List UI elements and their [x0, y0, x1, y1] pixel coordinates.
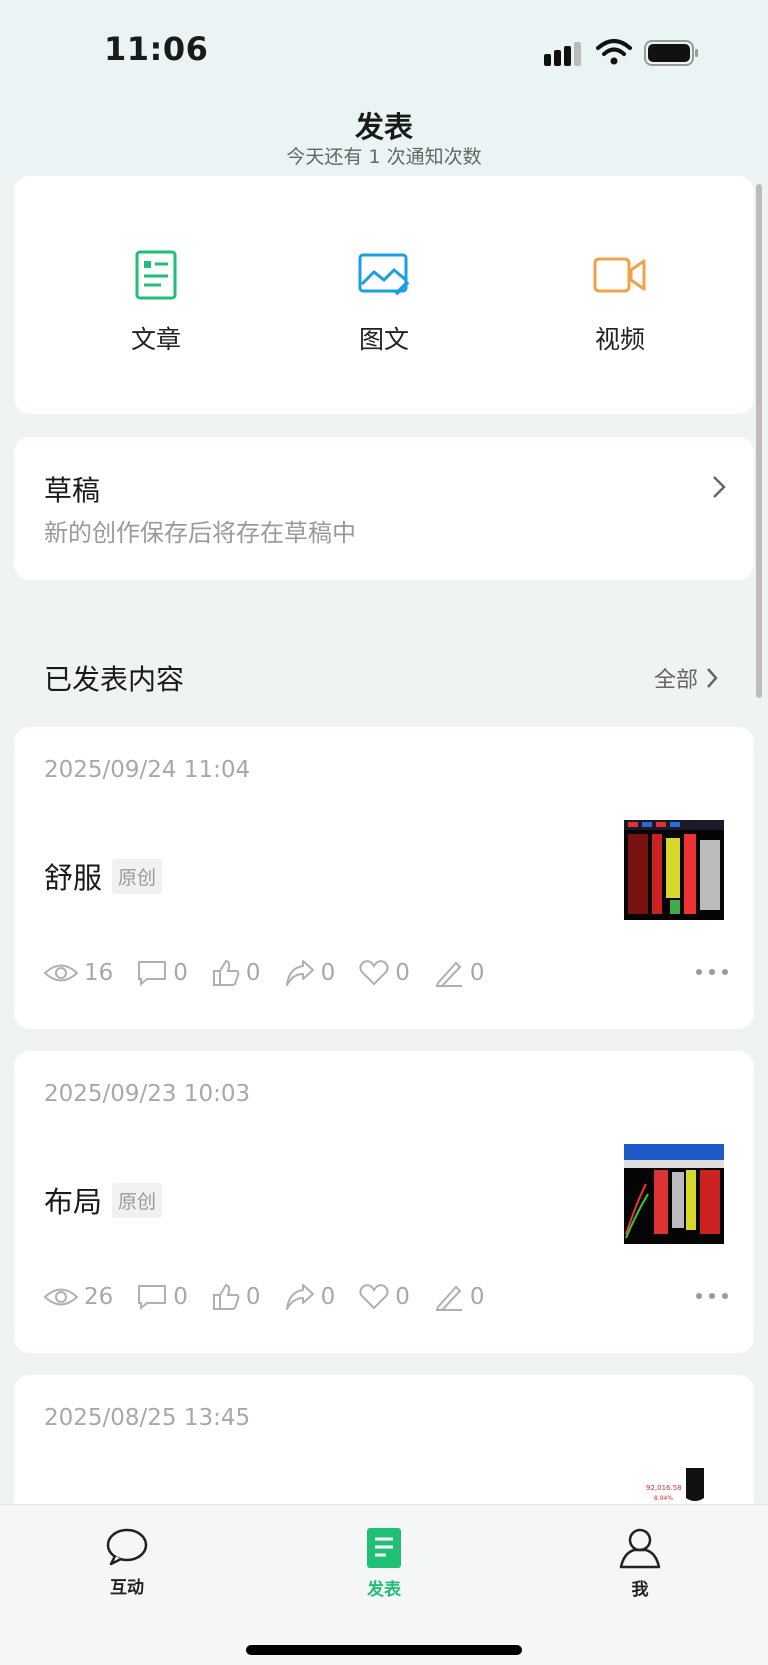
more-options-icon[interactable] — [694, 1291, 734, 1301]
page-subtitle: 今天还有 1 次通知次数 — [286, 146, 482, 168]
image-text-icon — [358, 253, 410, 296]
drafts-card[interactable]: 草稿 新的创作保存后将存在草稿中 — [14, 437, 754, 580]
notes-count: 0 — [469, 960, 485, 986]
favorites-stat: 0 — [359, 960, 410, 986]
drafts-subtitle: 新的创作保存后将存在草稿中 — [44, 519, 356, 547]
post-card[interactable]: 2025/09/24 11:04 舒服 原创 16 0 0 0 0 0 — [14, 727, 754, 1029]
bottom-tab-bar: 互动 发表 我 — [0, 1504, 768, 1665]
post-card[interactable]: 2025/09/23 10:03 布局 原创 26 0 0 0 0 0 — [14, 1051, 754, 1353]
page-title: 发表 — [354, 110, 413, 144]
notes-stat: 0 — [434, 1283, 485, 1311]
pen-icon — [435, 961, 462, 987]
comments-stat: 0 — [137, 1284, 188, 1310]
pen-icon — [435, 1285, 462, 1311]
document-icon — [367, 1528, 401, 1568]
publish-article-label: 文章 — [130, 325, 181, 354]
tab-publish[interactable]: 发表 — [324, 1527, 444, 1600]
tab-publish-label: 发表 — [367, 1580, 401, 1600]
publish-video-label: 视频 — [594, 325, 645, 354]
favorites-stat: 0 — [359, 1284, 410, 1310]
thumbs-up-icon — [212, 959, 240, 986]
article-icon — [135, 250, 177, 300]
stock-chart-thumbnail — [624, 820, 724, 920]
views-stat: 26 — [44, 1284, 113, 1310]
drafts-title: 草稿 — [44, 474, 101, 507]
heart-icon — [359, 1284, 389, 1310]
person-icon — [619, 1528, 661, 1569]
favorites-count: 0 — [395, 1284, 410, 1310]
comments-count: 0 — [173, 960, 188, 986]
eye-icon — [44, 964, 78, 982]
thumb-value-2: 8.94% — [654, 1495, 673, 1502]
publish-image-text-label: 图文 — [358, 325, 409, 354]
comment-icon — [138, 1285, 167, 1310]
publish-options-card: 文章 图文 视频 — [14, 176, 754, 414]
likes-stat: 0 — [212, 1283, 261, 1311]
views-count: 16 — [84, 960, 114, 986]
post-thumbnail[interactable] — [624, 820, 724, 920]
likes-count: 0 — [245, 1284, 261, 1310]
shares-stat: 0 — [285, 959, 336, 987]
post-stats: 26 0 0 0 0 0 — [44, 1283, 508, 1311]
post-thumbnail[interactable] — [624, 1144, 724, 1244]
published-section-title: 已发表内容 — [44, 663, 185, 696]
original-tag: 原创 — [112, 1182, 163, 1218]
cellular-signal-icon — [544, 42, 581, 66]
video-icon — [593, 257, 646, 293]
chevron-right-icon — [713, 476, 726, 498]
post-date: 2025/08/25 13:45 — [44, 1405, 251, 1431]
chevron-right-icon — [707, 668, 718, 688]
shares-count: 0 — [320, 1284, 336, 1310]
eye-icon — [44, 1288, 78, 1306]
post-title: 布局 — [44, 1185, 103, 1219]
comments-count: 0 — [173, 1284, 188, 1310]
tab-me-label: 我 — [631, 1580, 649, 1600]
post-date: 2025/09/24 11:04 — [44, 757, 251, 783]
thumb-value-1: 92,016.58 — [646, 1484, 682, 1492]
notes-stat: 0 — [434, 959, 485, 987]
likes-stat: 0 — [212, 959, 261, 987]
post-title-row: 布局 原创 — [44, 1179, 163, 1221]
battery-icon — [644, 40, 698, 66]
chat-bubble-icon — [106, 1528, 148, 1566]
home-indicator — [246, 1645, 522, 1655]
tab-interact[interactable]: 互动 — [67, 1527, 187, 1598]
original-tag: 原创 — [112, 858, 163, 894]
shares-stat: 0 — [285, 1283, 336, 1311]
favorites-count: 0 — [395, 960, 410, 986]
stock-chart-thumbnail — [624, 1144, 724, 1244]
post-thumbnail[interactable]: 92,016.58 8.94% — [624, 1468, 724, 1508]
post-card[interactable]: 2025/08/25 13:45 92,016.58 8.94% — [14, 1375, 754, 1515]
views-count: 26 — [84, 1284, 114, 1310]
post-title-row: 舒服 原创 — [44, 855, 163, 897]
publish-image-text-button[interactable]: 图文 — [304, 250, 464, 356]
publish-video-button[interactable]: 视频 — [540, 250, 700, 356]
view-all-link[interactable]: 全部 — [654, 662, 718, 694]
post-title: 舒服 — [44, 861, 103, 895]
status-time: 11:06 — [104, 30, 209, 68]
notes-count: 0 — [469, 1284, 485, 1310]
view-all-label: 全部 — [654, 668, 699, 693]
stock-chart-thumbnail: 92,016.58 8.94% — [624, 1468, 724, 1508]
share-icon — [285, 1284, 314, 1310]
tab-interact-label: 互动 — [110, 1578, 144, 1598]
publish-article-button[interactable]: 文章 — [76, 250, 236, 356]
comment-icon — [138, 961, 167, 986]
more-options-icon[interactable] — [694, 967, 734, 977]
post-date: 2025/09/23 10:03 — [44, 1081, 251, 1107]
thumbs-up-icon — [212, 1283, 240, 1310]
post-stats: 16 0 0 0 0 0 — [44, 959, 508, 987]
comments-stat: 0 — [137, 960, 188, 986]
heart-icon — [359, 960, 389, 986]
scrollbar[interactable] — [756, 184, 762, 698]
wifi-icon — [596, 39, 632, 65]
tab-me[interactable]: 我 — [580, 1527, 700, 1600]
share-icon — [285, 960, 314, 986]
likes-count: 0 — [245, 960, 261, 986]
shares-count: 0 — [320, 960, 336, 986]
views-stat: 16 — [44, 960, 113, 986]
